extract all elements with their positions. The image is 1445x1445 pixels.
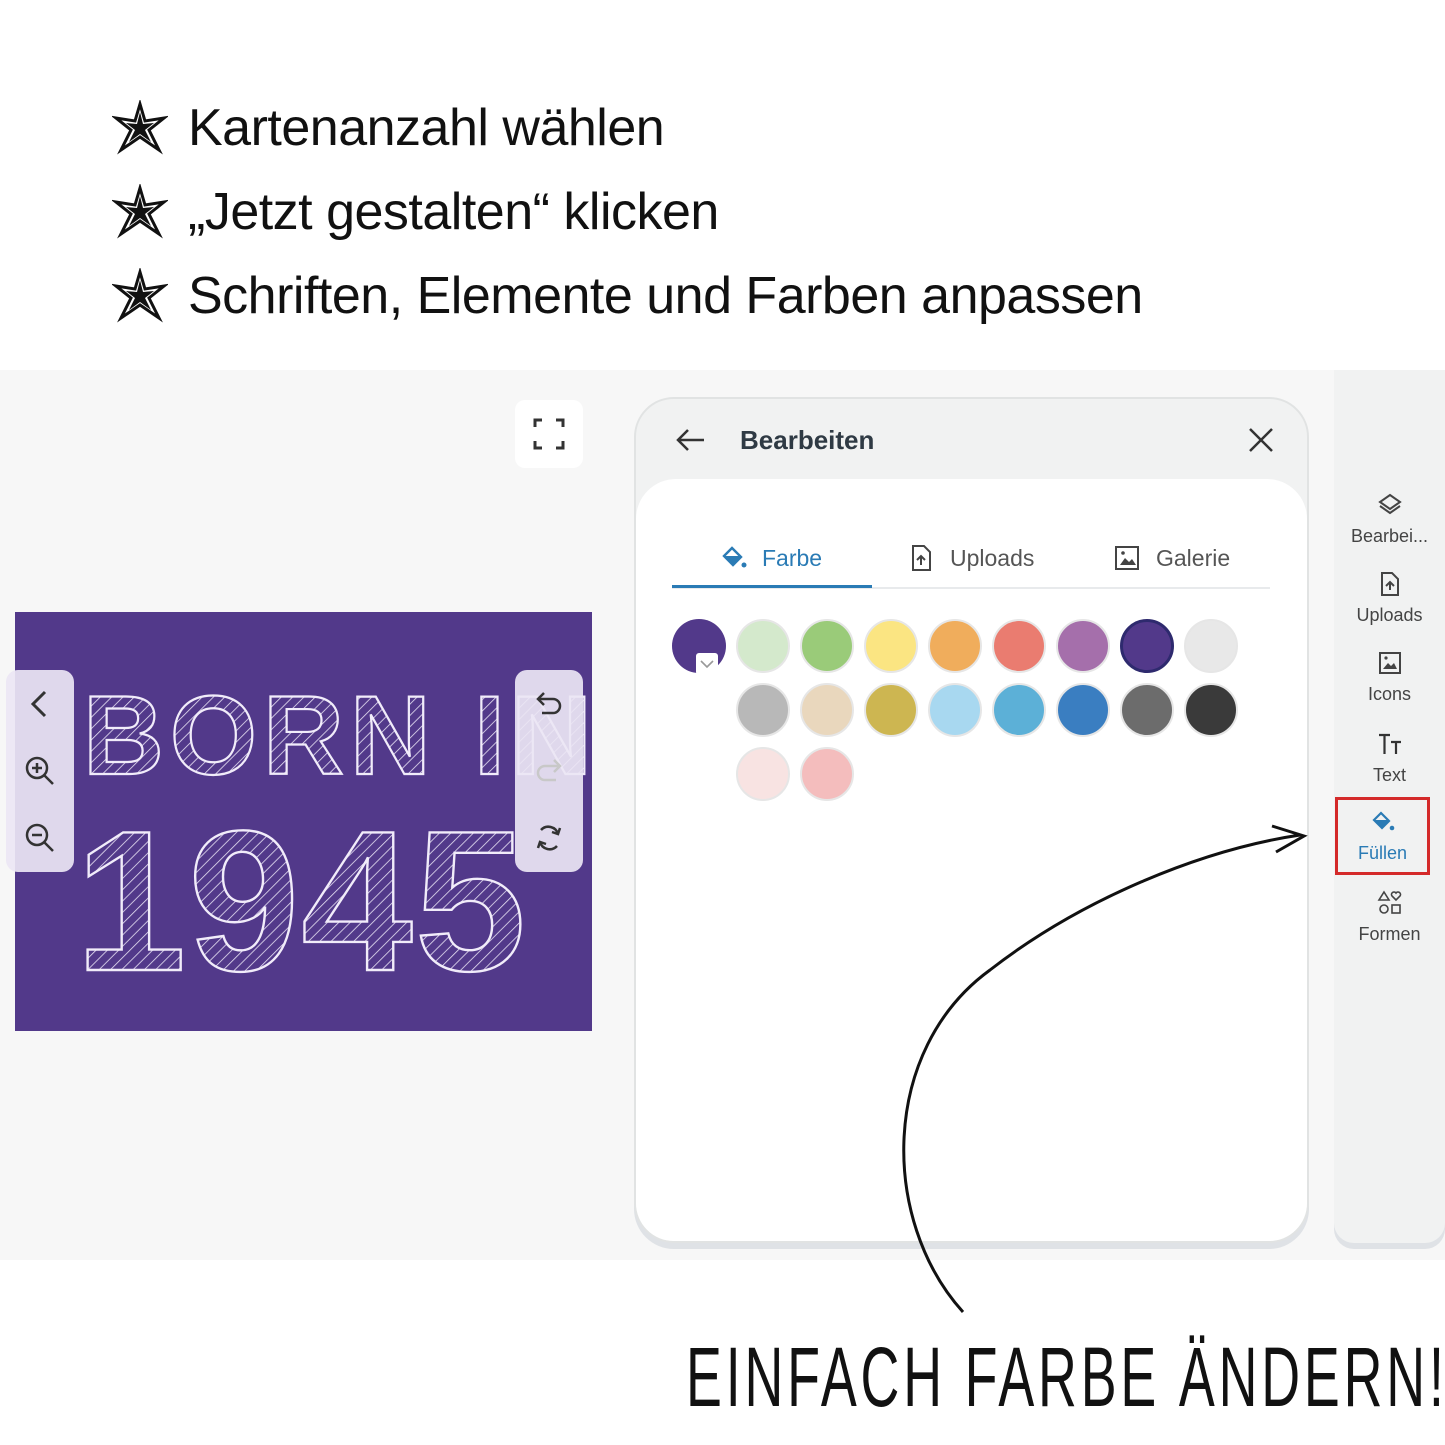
rail-item-text[interactable]: Text — [1334, 721, 1445, 795]
panel-header: Bearbeiten — [636, 399, 1307, 481]
back-button[interactable] — [18, 682, 62, 726]
color-swatch[interactable] — [1184, 683, 1238, 737]
rotate-button[interactable] — [527, 816, 571, 860]
history-toolbar — [515, 670, 583, 872]
undo-button[interactable] — [527, 682, 571, 726]
color-swatch[interactable] — [736, 683, 790, 737]
shapes-icon — [1377, 889, 1401, 914]
rail-item-uploads[interactable]: Uploads — [1334, 561, 1445, 635]
redo-icon — [536, 759, 562, 782]
tool-rail: Bearbei... Uploads Icons Text Füllen For… — [1334, 370, 1445, 1243]
rail-label: Uploads — [1356, 604, 1423, 625]
star-icon — [112, 100, 168, 155]
redo-button[interactable] — [527, 749, 571, 793]
color-swatch[interactable] — [992, 619, 1046, 673]
rail-item-icons[interactable]: Icons — [1334, 640, 1445, 714]
zoom-toolbar — [6, 670, 74, 872]
fullscreen-icon — [533, 418, 565, 450]
instruction-text: Kartenanzahl wählen — [188, 99, 665, 157]
undo-icon — [536, 691, 562, 714]
paint-bucket-icon — [722, 546, 747, 568]
color-swatch[interactable] — [928, 683, 982, 737]
star-icon — [112, 268, 168, 323]
chevron-down-icon — [696, 653, 718, 675]
active-tab-indicator — [672, 585, 872, 588]
zoom-in-icon — [25, 756, 54, 785]
text-size-icon — [1378, 733, 1401, 754]
annotation-caption: EINFACH FARBE ÄNDERN! — [686, 1322, 1445, 1432]
upload-file-icon — [1380, 571, 1399, 596]
annotation-text: EINFACH FARBE ÄNDERN! — [686, 1330, 1445, 1424]
rotate-icon — [536, 825, 562, 851]
color-swatch[interactable] — [1120, 619, 1174, 673]
tab-galerie[interactable]: Galerie — [1112, 527, 1230, 589]
color-swatch[interactable] — [928, 619, 982, 673]
color-swatch[interactable] — [1120, 683, 1174, 737]
editor-area: BORN IN 1945 Bearbeiten Farbe Uploads Ga… — [0, 370, 1445, 1260]
rail-label: Füllen — [1357, 842, 1408, 863]
color-swatch[interactable] — [800, 683, 854, 737]
upload-file-icon — [912, 545, 931, 571]
color-swatch[interactable] — [800, 747, 854, 801]
rail-label: Formen — [1358, 923, 1421, 944]
card-line2: 1945 — [75, 790, 528, 1013]
color-swatch[interactable] — [1184, 619, 1238, 673]
zoom-in-button[interactable] — [18, 749, 62, 793]
rail-label: Text — [1372, 764, 1406, 785]
chevron-left-icon — [30, 690, 47, 717]
instruction-item: „Jetzt gestalten“ klicken — [112, 172, 719, 252]
rail-item-formen[interactable]: Formen — [1334, 880, 1445, 954]
color-swatch[interactable] — [864, 683, 918, 737]
close-icon[interactable] — [1244, 423, 1278, 457]
rail-label: Bearbei... — [1350, 525, 1429, 546]
instruction-text: „Jetzt gestalten“ klicken — [188, 183, 719, 241]
paint-bucket-icon — [1371, 810, 1394, 830]
card-artwork: BORN IN 1945 — [74, 672, 592, 1014]
tab-label: Galerie — [1156, 544, 1231, 571]
panel-tabs: Farbe Uploads Galerie — [672, 527, 1270, 589]
zoom-out-icon — [25, 824, 54, 853]
image-icon — [1378, 651, 1401, 674]
color-swatch[interactable] — [736, 747, 790, 801]
instruction-item: Schriften, Elemente und Farben anpassen — [112, 256, 1143, 336]
current-color-swatch[interactable] — [672, 619, 726, 675]
rail-item-fuellen[interactable]: Füllen — [1335, 797, 1430, 875]
arrow-left-icon[interactable] — [674, 423, 708, 457]
star-icon — [112, 184, 168, 239]
fullscreen-button[interactable] — [515, 400, 583, 468]
tab-farbe[interactable]: Farbe — [718, 527, 822, 589]
rail-item-bearbeiten[interactable]: Bearbei... — [1334, 482, 1445, 556]
tab-uploads[interactable]: Uploads — [906, 527, 1034, 589]
instruction-text: Schriften, Elemente und Farben anpassen — [188, 267, 1143, 325]
color-swatch[interactable] — [1056, 683, 1110, 737]
rail-label: Icons — [1367, 683, 1412, 704]
instruction-item: Kartenanzahl wählen — [112, 88, 665, 168]
color-swatch[interactable] — [1056, 619, 1110, 673]
color-swatch[interactable] — [992, 683, 1046, 737]
panel-title: Bearbeiten — [740, 425, 875, 455]
image-icon — [1115, 546, 1139, 570]
tab-label: Uploads — [950, 544, 1035, 571]
edit-panel: Bearbeiten Farbe Uploads Galerie — [634, 397, 1309, 1243]
color-swatch[interactable] — [736, 619, 790, 673]
color-swatch[interactable] — [800, 619, 854, 673]
color-swatch[interactable] — [864, 619, 918, 673]
panel-body: Farbe Uploads Galerie — [636, 479, 1307, 1241]
layers-icon — [1377, 493, 1402, 514]
tab-label: Farbe — [762, 544, 823, 571]
zoom-out-button[interactable] — [18, 816, 62, 860]
card-preview[interactable]: BORN IN 1945 — [15, 612, 592, 1031]
